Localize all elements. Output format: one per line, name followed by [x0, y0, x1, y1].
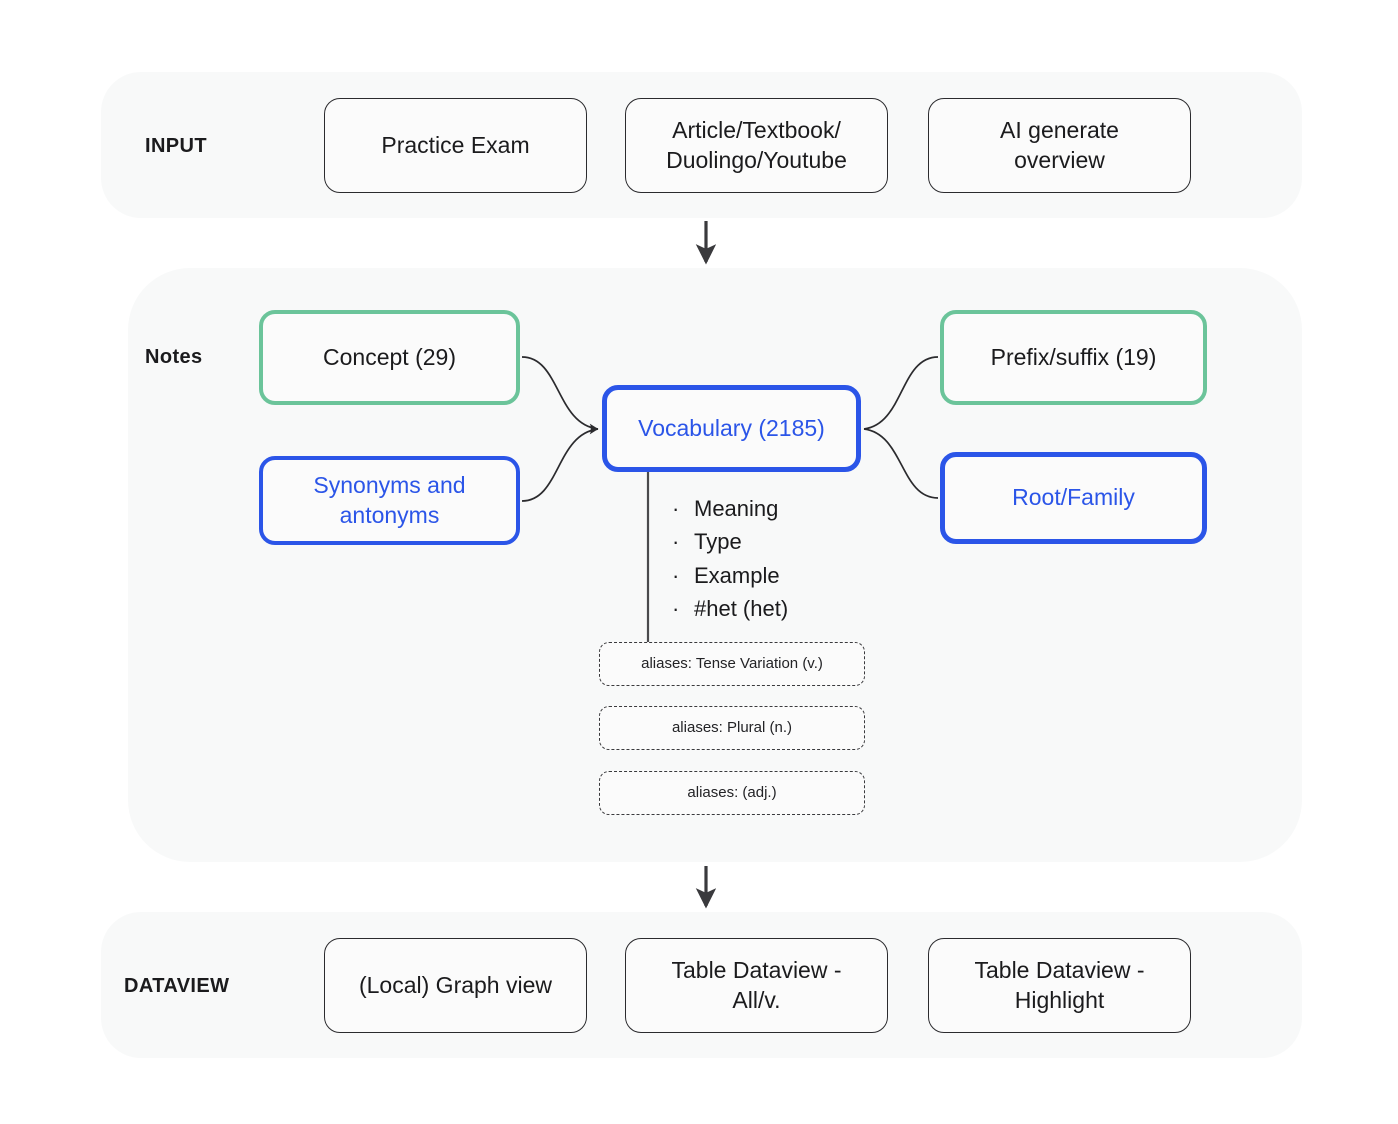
node-label: Vocabulary (2185) — [638, 414, 825, 441]
node-vocabulary[interactable]: Vocabulary (2185) — [602, 385, 861, 472]
node-label: Practice Exam — [381, 131, 530, 158]
node-prefix-suffix[interactable]: Prefix/suffix (19) — [940, 310, 1207, 405]
node-label: Prefix/suffix (19) — [990, 343, 1157, 370]
node-label: Root/Family — [1012, 484, 1135, 511]
list-item-label: Example — [694, 562, 780, 588]
node-label-line1: AI generate — [1000, 116, 1119, 143]
node-synonyms-and-antonyms[interactable]: Synonyms and antonyms — [259, 456, 520, 545]
node-label: AI generate overview — [1000, 116, 1119, 176]
node-alias-adjective[interactable]: aliases: (adj.) — [599, 771, 865, 815]
node-label-line1: Synonyms and — [313, 471, 466, 498]
node-label: Table Dataview - Highlight — [974, 956, 1144, 1016]
list-item-label: Type — [694, 529, 742, 555]
list-item: · #het (het) — [672, 592, 932, 625]
section-label-dataview: DATAVIEW — [124, 975, 230, 997]
list-item: · Meaning — [672, 492, 932, 525]
list-item: · Example — [672, 559, 932, 592]
node-ai-generate-overview[interactable]: AI generate overview — [928, 98, 1191, 193]
node-label: aliases: (adj.) — [687, 784, 777, 802]
node-alias-tense-variation[interactable]: aliases: Tense Variation (v.) — [599, 642, 865, 686]
list-item-label: Meaning — [694, 496, 779, 521]
node-label-line2: All/v. — [732, 986, 781, 1013]
vocabulary-properties-list: · Meaning · Type · Example · #het (het) — [672, 492, 932, 626]
node-label: aliases: Plural (n.) — [671, 719, 793, 737]
bullet-marker-icon: · — [672, 562, 680, 588]
node-label-line2: overview — [1014, 146, 1105, 173]
node-label-line2: Duolingo/Youtube — [666, 146, 847, 173]
node-practice-exam[interactable]: Practice Exam — [324, 98, 587, 193]
node-table-dataview-highlight[interactable]: Table Dataview - Highlight — [928, 938, 1191, 1033]
node-label: aliases: Tense Variation (v.) — [641, 655, 823, 673]
list-item-label: #het (het) — [694, 596, 789, 622]
bullet-marker-icon: · — [672, 496, 680, 521]
node-label: Concept (29) — [323, 343, 456, 370]
node-article-textbook-duolingo-youtube[interactable]: Article/Textbook/ Duolingo/Youtube — [625, 98, 888, 193]
node-concept[interactable]: Concept (29) — [259, 310, 520, 405]
node-label: Article/Textbook/ Duolingo/Youtube — [666, 116, 847, 176]
node-table-dataview-all[interactable]: Table Dataview - All/v. — [625, 938, 888, 1033]
bullet-marker-icon: · — [672, 596, 680, 622]
node-root-family[interactable]: Root/Family — [940, 452, 1207, 544]
section-label-notes: Notes — [145, 346, 203, 368]
node-local-graph-view[interactable]: (Local) Graph view — [324, 938, 587, 1033]
list-item: · Type — [672, 525, 932, 558]
node-label-line1: Article/Textbook/ — [672, 116, 841, 143]
node-alias-plural[interactable]: aliases: Plural (n.) — [599, 706, 865, 750]
node-label: Table Dataview - All/v. — [671, 956, 841, 1016]
node-label: (Local) Graph view — [358, 971, 553, 998]
node-label-line2: antonyms — [339, 501, 440, 528]
section-label-input: INPUT — [145, 135, 207, 157]
node-label-line1: Table Dataview - — [671, 956, 842, 983]
node-label-line2: Highlight — [1014, 986, 1105, 1013]
node-label-line1: Table Dataview - — [974, 956, 1145, 983]
diagram-canvas: INPUT Notes DATAVIEW Practice Exam Artic… — [0, 0, 1398, 1124]
bullet-marker-icon: · — [672, 529, 680, 555]
node-label: Synonyms and antonyms — [313, 471, 465, 531]
